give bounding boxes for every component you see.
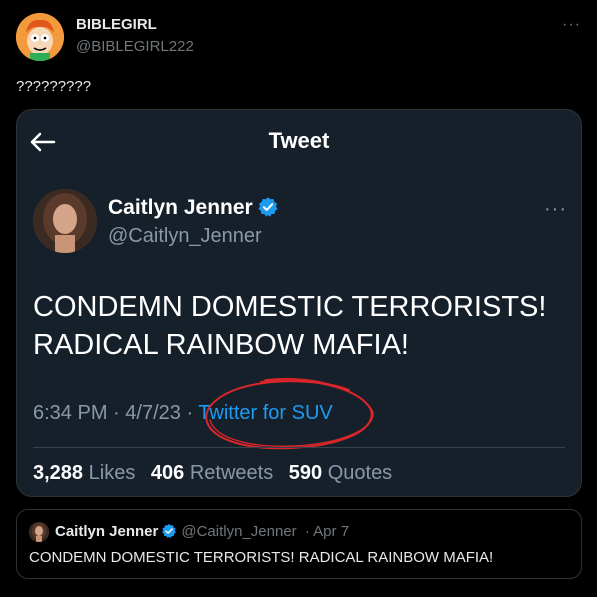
inner-tweet-time: 6:34 PM — [33, 402, 108, 424]
inner-avatar — [33, 189, 97, 253]
author-handle[interactable]: @BIBLEGIRL222 — [76, 38, 194, 55]
tweet-text: ????????? — [16, 78, 92, 95]
avatar[interactable] — [16, 13, 64, 61]
author-name[interactable]: BIBLEGIRL — [76, 16, 157, 33]
quoted-date: · Apr 7 — [304, 523, 350, 540]
inner-tweet-source: Twitter for SUV — [198, 402, 333, 424]
quoted-text: CONDEMN DOMESTIC TERRORISTS! RADICAL RAI… — [29, 549, 494, 566]
quoted-header: Caitlyn Jenner @Caitlyn_Jenner · Apr 7 — [55, 523, 349, 540]
inner-tweet-text: CONDEMN DOMESTIC TERRORISTS! RADICAL RAI… — [33, 291, 547, 361]
tweet-header: BIBLEGIRL @BIBLEGIRL222 ··· — [16, 10, 581, 66]
quotes-label: Quotes — [327, 462, 393, 484]
quotes-count: 590 — [288, 462, 323, 484]
retweets-count: 406 — [150, 462, 185, 484]
inner-author-name: Caitlyn Jenner — [108, 196, 279, 220]
inner-more-options-icon: ··· — [544, 198, 567, 220]
quoted-avatar — [29, 522, 49, 542]
engagement-stats: 3,288 Likes 406 Retweets 590 Quotes — [33, 462, 392, 485]
quoted-tweet[interactable]: Caitlyn Jenner @Caitlyn_Jenner · Apr 7 C… — [16, 509, 582, 579]
quoted-author-handle: @Caitlyn_Jenner — [181, 523, 297, 540]
divider — [33, 447, 565, 448]
retweets-label: Retweets — [189, 462, 274, 484]
likes-label: Likes — [88, 462, 136, 484]
verified-icon — [162, 524, 177, 538]
page-title: Tweet — [268, 128, 330, 153]
inner-tweet-date: 4/7/23 — [125, 402, 181, 424]
likes-count: 3,288 — [33, 462, 84, 484]
quoted-author-name[interactable]: Caitlyn Jenner — [55, 523, 158, 540]
meta-separator: · — [186, 402, 199, 424]
meta-separator: · — [113, 402, 126, 424]
inner-author-name-text: Caitlyn Jenner — [108, 196, 253, 219]
embedded-screenshot[interactable]: Tweet Caitlyn Jenner @Caitlyn_Jenner ···… — [16, 109, 582, 497]
verified-icon — [258, 197, 278, 217]
inner-tweet-meta: 6:34 PM · 4/7/23 · Twitter for SUV — [33, 402, 333, 425]
more-options-icon[interactable]: ··· — [562, 16, 581, 34]
inner-author-handle: @Caitlyn_Jenner — [108, 225, 262, 247]
